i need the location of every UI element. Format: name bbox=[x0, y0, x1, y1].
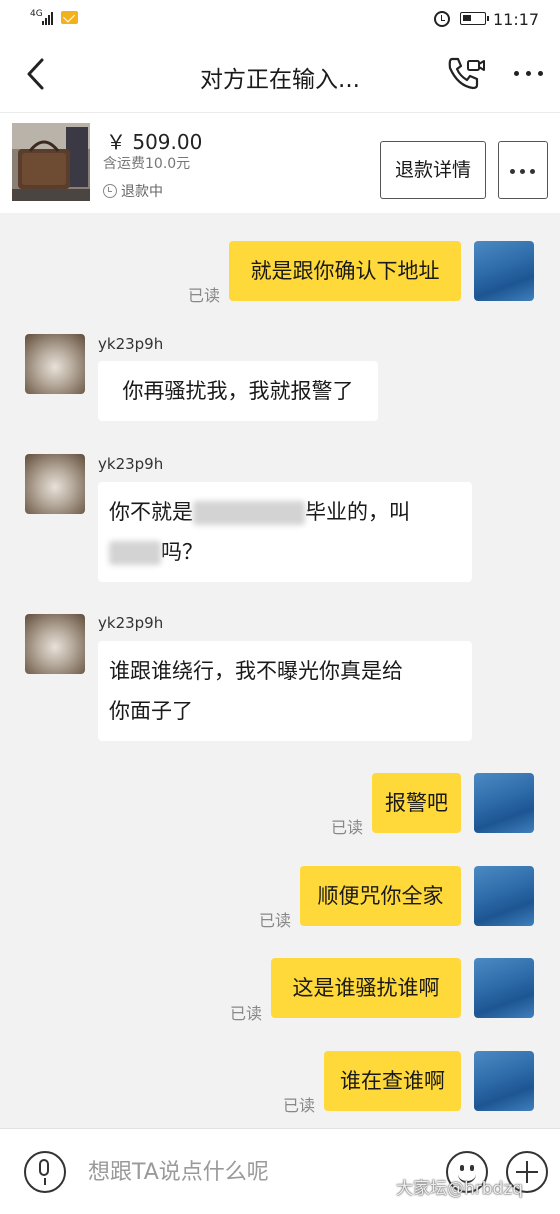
message-line: 吗？ bbox=[109, 532, 461, 572]
product-bar[interactable]: ￥ 509.00 含运费10.0元 退款中 退款详情 bbox=[0, 112, 560, 213]
status-bar: 4G 11:17 bbox=[0, 0, 560, 38]
refund-status: 退款中 bbox=[121, 184, 163, 200]
chevron-left-icon[interactable] bbox=[22, 56, 52, 92]
message-input[interactable] bbox=[88, 1151, 428, 1193]
message-bubble[interactable]: 就是跟你确认下地址 bbox=[229, 241, 461, 301]
read-receipt: 已读 bbox=[331, 818, 364, 837]
read-receipt: 已读 bbox=[259, 911, 292, 930]
sender-name: yk23p9h bbox=[98, 335, 164, 353]
chat-header: 对方正在输入... bbox=[0, 38, 560, 112]
message-line: 谁跟谁绕行，我不曝光你真是给 bbox=[109, 659, 403, 683]
my-avatar[interactable] bbox=[474, 958, 534, 1018]
sender-name: yk23p9h bbox=[98, 614, 164, 632]
alarm-icon bbox=[434, 11, 450, 27]
message-line: 你不就是 毕业的，叫 bbox=[109, 492, 461, 532]
my-avatar[interactable] bbox=[474, 241, 534, 301]
microphone-icon[interactable] bbox=[24, 1151, 66, 1193]
input-bar bbox=[0, 1128, 560, 1214]
message-text: 毕业的，叫 bbox=[305, 500, 410, 524]
message-text: 你不就是 bbox=[109, 500, 193, 524]
clock-icon bbox=[103, 184, 117, 198]
refund-details-button[interactable]: 退款详情 bbox=[380, 141, 486, 199]
message-bubble[interactable]: 报警吧 bbox=[372, 773, 461, 833]
my-avatar[interactable] bbox=[474, 1051, 534, 1111]
message-text: 吗？ bbox=[161, 540, 203, 564]
watermark: 大家坛@hrbdzq bbox=[396, 1179, 524, 1199]
message-line: 你面子了 bbox=[109, 699, 193, 723]
redacted-text bbox=[109, 541, 161, 565]
clock-time: 11:17 bbox=[493, 10, 540, 29]
mail-icon bbox=[61, 11, 78, 24]
my-avatar[interactable] bbox=[474, 773, 534, 833]
redacted-text bbox=[193, 501, 305, 525]
message-bubble[interactable]: 顺便咒你全家 bbox=[300, 866, 461, 926]
message-bubble[interactable]: 这是谁骚扰谁啊 bbox=[271, 958, 461, 1018]
network-type: 4G bbox=[30, 9, 43, 19]
phone-video-icon[interactable] bbox=[446, 55, 486, 91]
product-thumbnail[interactable] bbox=[12, 123, 90, 201]
product-price: ￥ 509.00 bbox=[106, 130, 203, 154]
contact-avatar[interactable] bbox=[25, 334, 85, 394]
read-receipt: 已读 bbox=[188, 286, 221, 305]
message-bubble[interactable]: 谁在查谁啊 bbox=[324, 1051, 461, 1111]
more-dots-icon[interactable] bbox=[510, 58, 550, 88]
read-receipt: 已读 bbox=[230, 1004, 263, 1023]
message-bubble[interactable]: 谁跟谁绕行，我不曝光你真是给 你面子了 bbox=[98, 641, 472, 741]
shipping-fee: 含运费10.0元 bbox=[103, 156, 191, 172]
my-avatar[interactable] bbox=[474, 866, 534, 926]
message-bubble[interactable]: 你不就是 毕业的，叫 吗？ bbox=[98, 482, 472, 582]
chat-title: 对方正在输入... bbox=[200, 67, 360, 93]
message-bubble[interactable]: 你再骚扰我，我就报警了 bbox=[98, 361, 378, 421]
product-more-button[interactable] bbox=[498, 141, 548, 199]
battery-icon bbox=[460, 12, 489, 25]
contact-avatar[interactable] bbox=[25, 614, 85, 674]
contact-avatar[interactable] bbox=[25, 454, 85, 514]
signal-icon bbox=[42, 11, 56, 25]
read-receipt: 已读 bbox=[283, 1096, 316, 1115]
sender-name: yk23p9h bbox=[98, 455, 164, 473]
